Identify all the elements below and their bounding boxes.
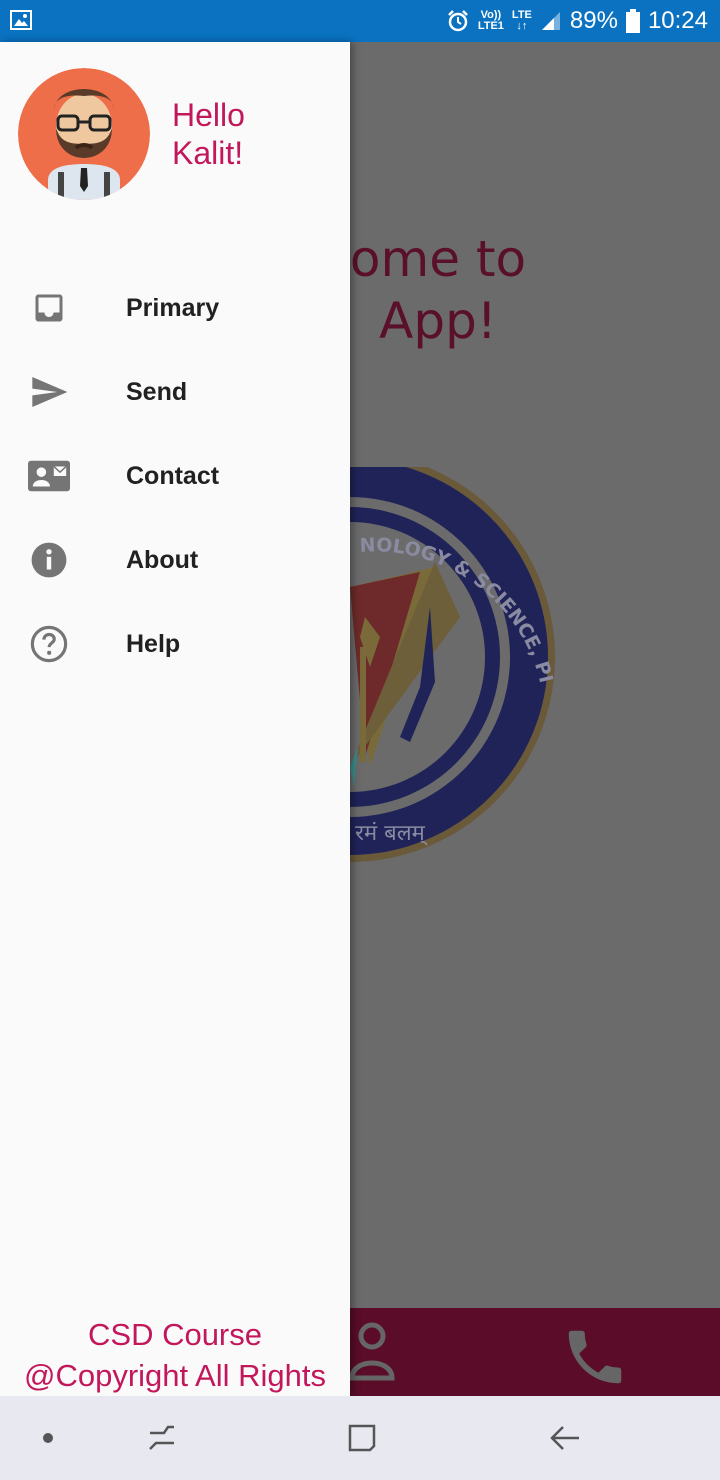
menu-label: About [126, 545, 199, 574]
logo-motto: रमं बलम् [355, 821, 425, 846]
battery-icon [625, 9, 640, 33]
menu-label: Help [126, 629, 181, 658]
signal-icon [541, 12, 560, 30]
greeting-text: Hello Kalit! [172, 97, 245, 171]
logo-ring-text: NOLOGY & SCIENCE, PILANI [350, 512, 557, 685]
inbox-icon [28, 287, 70, 329]
phone-icon[interactable] [560, 1322, 630, 1392]
back-arrow-icon [550, 1426, 579, 1450]
footer-line1: CSD Course [88, 1317, 262, 1352]
drawer-menu: Primary Send Contact About Help [0, 266, 350, 686]
menu-item-about[interactable]: About [0, 518, 350, 602]
help-icon [28, 623, 70, 665]
menu-item-send[interactable]: Send [0, 350, 350, 434]
nav-dot-button[interactable] [28, 1418, 68, 1458]
lte-indicator: LTE ↓↑ [511, 9, 532, 32]
drawer-footer: CSD Course @Copyright All Rights [0, 1314, 350, 1396]
status-indicators: Vo)) LTE1 LTE ↓↑ 89% 10:24 [446, 0, 708, 42]
navigation-drawer: Hello Kalit! Primary Send Contact About … [0, 42, 350, 1396]
home-button[interactable] [342, 1418, 382, 1458]
clock: 10:24 [647, 7, 708, 34]
volte-indicator: Vo)) LTE1 [477, 9, 504, 32]
menu-label: Send [126, 377, 188, 406]
menu-item-contact[interactable]: Contact [0, 434, 350, 518]
system-navigation-bar [0, 1396, 720, 1480]
footer-line2: @Copyright All Rights [24, 1358, 326, 1393]
dot-icon [43, 1433, 53, 1443]
back-button[interactable] [544, 1418, 584, 1458]
battery-percentage: 89% [569, 7, 618, 34]
menu-label: Primary [126, 293, 220, 322]
avatar-illustration-icon [18, 68, 150, 200]
alarm-icon [447, 10, 468, 32]
svg-text:NOLOGY & SCIENCE, PILANI: NOLOGY & SCIENCE, PILANI [350, 512, 557, 685]
menu-label: Contact [126, 461, 220, 490]
recent-apps-icon [149, 1425, 174, 1450]
avatar[interactable] [18, 68, 150, 200]
home-square-icon [348, 1424, 376, 1452]
status-bar: Vo)) LTE1 LTE ↓↑ 89% 10:24 [0, 0, 720, 42]
menu-item-help[interactable]: Help [0, 602, 350, 686]
gallery-notification-icon [10, 10, 32, 30]
menu-item-primary[interactable]: Primary [0, 266, 350, 350]
send-icon [28, 371, 70, 413]
recent-apps-button[interactable] [142, 1418, 182, 1458]
person-icon[interactable] [348, 1322, 396, 1382]
info-icon [28, 539, 70, 581]
contact-card-icon [28, 455, 70, 497]
